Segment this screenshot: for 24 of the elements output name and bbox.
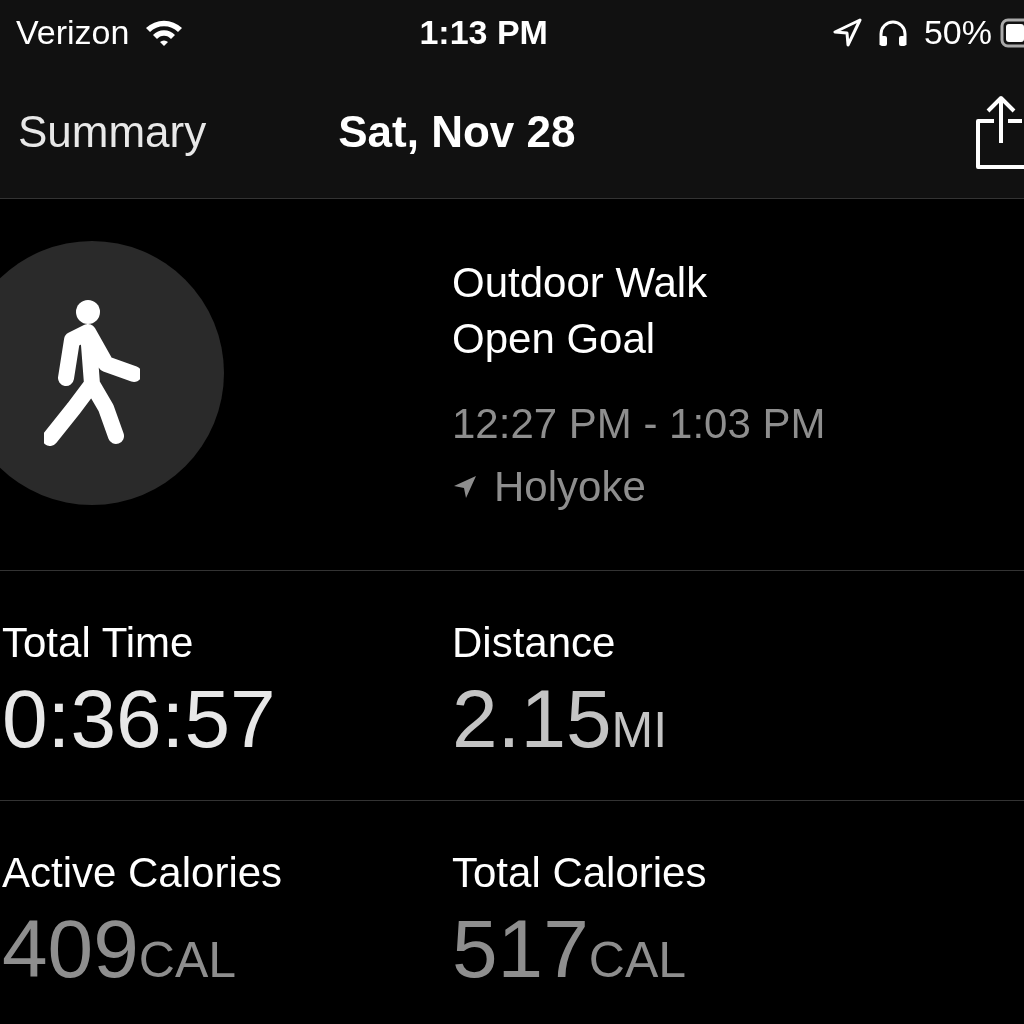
metric-value: 0:36:57: [2, 674, 277, 765]
carrier-name: Verizon: [16, 12, 130, 53]
workout-name: Outdoor Walk: [452, 257, 709, 308]
location-arrow-icon: [452, 473, 478, 500]
time-range: 12:27 PM - 1:03 PM: [452, 399, 826, 450]
location-arrow-icon: [831, 17, 862, 48]
metric-label: Total Calories: [452, 848, 707, 898]
headphones-icon: [877, 18, 908, 47]
metric-value: 2.15MI: [452, 674, 668, 765]
battery-icon: [1000, 17, 1024, 48]
battery-percent: 50%: [923, 12, 992, 53]
metric-label: Distance: [452, 618, 617, 668]
back-link[interactable]: Summary: [18, 98, 207, 165]
workout-goal: Open Goal: [452, 313, 657, 364]
share-icon[interactable]: [974, 94, 1024, 169]
clock-time: 1:13 PM: [419, 12, 548, 53]
metric-label: Active Calories: [2, 848, 284, 898]
wifi-icon: [145, 18, 184, 47]
location-name: Holyoke: [494, 462, 646, 513]
metric-value: 409CAL: [2, 904, 238, 995]
walking-person-icon: [44, 300, 140, 446]
metric-value: 517CAL: [452, 904, 688, 995]
nav-title: Sat, Nov 28: [338, 105, 576, 158]
metric-label: Total Time: [2, 618, 195, 668]
